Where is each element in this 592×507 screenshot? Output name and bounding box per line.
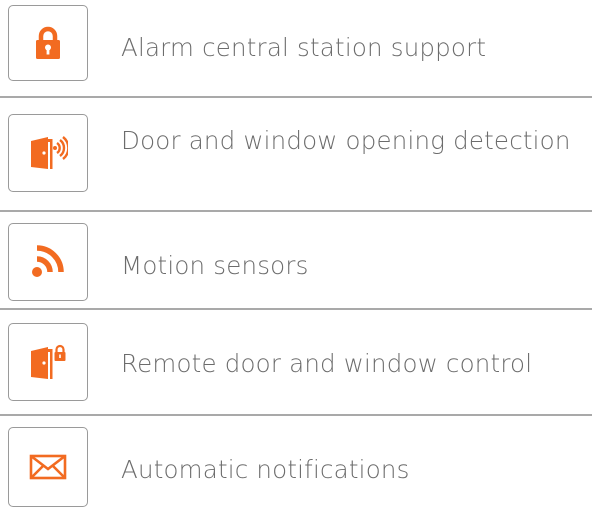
door-lock-icon (31, 344, 66, 379)
feature-label: Door and window opening detection (121, 126, 571, 155)
feature-item-motion-sensors: Motion sensors (0, 212, 592, 308)
feature-label: Motion sensors (121, 251, 309, 280)
door-sensor-icon (31, 136, 68, 169)
feature-item-alarm-central-station: Alarm central station support (0, 0, 592, 96)
door-lock-icon-box (8, 323, 88, 401)
feature-label: Automatic notifications (121, 455, 410, 484)
padlock-icon-box (8, 5, 88, 81)
feature-item-automatic-notifications: Automatic notifications (0, 416, 592, 507)
feature-item-remote-control: Remote door and window control (0, 310, 592, 414)
motion-waves-icon (32, 245, 64, 277)
feature-label: Remote door and window control (121, 349, 533, 378)
motion-waves-icon-box (8, 223, 88, 301)
envelope-icon (29, 454, 67, 480)
feature-item-door-window-detection: Door and window opening detection (0, 98, 592, 210)
door-sensor-icon-box (8, 114, 88, 192)
envelope-icon-box (8, 427, 88, 507)
padlock-icon (36, 26, 60, 59)
feature-label: Alarm central station support (121, 33, 487, 62)
